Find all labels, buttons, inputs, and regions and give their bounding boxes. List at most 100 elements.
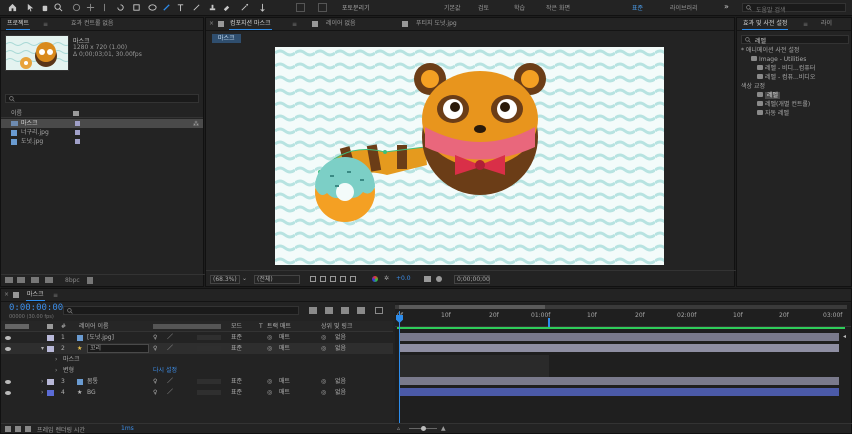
label-tag-icon[interactable] (47, 324, 53, 329)
effects-tree-item[interactable]: 자동 레벨 (757, 109, 851, 118)
shy-switch-icon[interactable]: ♀ (153, 387, 157, 398)
zoom-slider-handle[interactable] (421, 426, 426, 431)
clone-stamp-icon[interactable] (208, 3, 217, 12)
preserve-transparency-icon[interactable]: ◎ (267, 376, 272, 387)
tab-timeline[interactable]: 마스크 (23, 289, 48, 301)
layer-switches-toggle-icon[interactable] (5, 426, 11, 432)
timeline-search-input[interactable] (63, 306, 299, 315)
hand-icon[interactable] (40, 3, 49, 12)
workspace-libraries[interactable]: 라이브러리 (670, 3, 698, 12)
home-icon[interactable] (8, 3, 17, 12)
trkmat-dropdown[interactable]: 매트 (279, 343, 290, 354)
color-channel-icon[interactable] (372, 276, 378, 282)
shy-switch-icon[interactable]: ♀ (153, 376, 157, 387)
effects-tree-item[interactable]: 레벨 - 컴퓨...비디오 (757, 73, 851, 82)
effects-tree-item[interactable]: 레벨(개별 컨트롤) (757, 100, 851, 109)
switch-boxes[interactable] (197, 346, 221, 351)
close-tab-icon[interactable]: × (4, 291, 9, 298)
expand-arrow-icon[interactable]: › (55, 365, 57, 376)
more-workspaces-icon[interactable]: » (724, 2, 729, 11)
preserve-transparency-icon[interactable]: ◎ (267, 387, 272, 398)
layer-name[interactable]: BG (87, 387, 96, 398)
project-search-input[interactable] (5, 94, 199, 103)
show-snapshot-icon[interactable] (436, 276, 442, 282)
comp-breadcrumb[interactable]: 마스크 (212, 34, 241, 43)
parent-dropdown[interactable]: 없음 (335, 332, 346, 343)
exposure-icon[interactable]: ✲ (384, 275, 389, 282)
label-color-swatch[interactable] (47, 335, 54, 341)
pan-camera-icon[interactable] (86, 3, 95, 12)
local-axis-checkbox[interactable] (296, 3, 305, 12)
tab-effect-controls[interactable]: 효과 컨트롤 없음 (67, 18, 117, 30)
quality-switch-icon[interactable]: ／ (167, 332, 173, 343)
roto-brush-icon[interactable] (240, 3, 249, 12)
pickwhip-icon[interactable]: ◎ (321, 332, 326, 343)
motion-blur-icon[interactable] (375, 307, 383, 314)
mode-dropdown[interactable]: 표준 (231, 343, 242, 354)
label-color-swatch[interactable] (47, 346, 54, 352)
comp-canvas[interactable] (275, 47, 664, 265)
tab-menu-icon[interactable]: ≡ (803, 21, 808, 28)
eye-icon[interactable] (5, 391, 11, 395)
frame-blending-icon[interactable] (357, 307, 365, 314)
effects-tree-item[interactable]: 색상 교정 (741, 82, 851, 91)
snap-checkbox[interactable] (318, 3, 327, 12)
project-item-image[interactable]: 너구리.jpg (1, 128, 203, 137)
draft-3d-icon[interactable] (325, 307, 333, 314)
switch-boxes[interactable] (197, 335, 221, 340)
workspace-default[interactable]: 기본값 (444, 3, 461, 12)
switch-boxes[interactable] (197, 379, 221, 384)
rotate-icon[interactable] (116, 3, 125, 12)
effects-search-input[interactable]: 레벨 (741, 35, 849, 45)
workspace-review[interactable]: 검토 (478, 3, 489, 12)
layer-row[interactable]: › 4 ★ BG ♀ ／ 표준 ◎ 매트 ◎ 없음 (1, 387, 393, 398)
bit-depth-label[interactable]: 8bpc (65, 277, 80, 284)
comp-end-icon[interactable]: ◂ (843, 333, 846, 340)
layer-row-selected[interactable]: ▾ 2 ★ 꼬리 ♀ ／ 표준 ◎ 매트 ◎ 없음 (1, 343, 393, 354)
tab-effects-presets[interactable]: 효과 및 사전 설정 (739, 18, 791, 30)
type-icon[interactable] (176, 3, 185, 12)
zoom-icon[interactable] (54, 3, 63, 12)
new-composition-icon[interactable] (31, 277, 39, 283)
snapshot-icon[interactable] (424, 276, 431, 282)
channel-icon[interactable] (350, 276, 356, 282)
selection-arrow-icon[interactable] (26, 3, 35, 12)
layer-name[interactable]: [도넛.jpg] (87, 332, 114, 343)
expand-arrow-icon[interactable]: › (55, 354, 57, 365)
transparency-grid-icon[interactable] (320, 276, 326, 282)
pickwhip-icon[interactable]: ◎ (321, 343, 326, 354)
project-item-comp[interactable]: 마스크 ⁂ (1, 119, 203, 128)
mode-dropdown[interactable]: 표준 (231, 376, 242, 387)
eye-icon[interactable] (5, 380, 11, 384)
tab-menu-icon[interactable]: ≡ (43, 21, 48, 28)
exposure-value[interactable]: +0.0 (396, 275, 411, 282)
modes-toggle-icon[interactable] (15, 426, 21, 432)
layer-bar[interactable] (399, 377, 839, 385)
pickwhip-icon[interactable]: ◎ (321, 387, 326, 398)
parent-dropdown[interactable]: 없음 (335, 376, 346, 387)
preserve-transparency-icon[interactable]: ◎ (267, 332, 272, 343)
effects-tree-item[interactable]: * 애니메이션 사전 설정 (741, 46, 851, 55)
time-ruler[interactable]: 0f 10f 20f 01:00f 10f 20f 02:00f 10f 20f… (395, 311, 851, 327)
eraser-icon[interactable] (222, 3, 231, 12)
effects-tree-item[interactable]: 레벨 (757, 91, 851, 100)
tab-menu-icon[interactable]: ≡ (53, 292, 58, 299)
mode-dropdown[interactable]: 표준 (231, 387, 242, 398)
label-color-swatch[interactable] (47, 379, 54, 385)
col-name-header[interactable]: 이름 (11, 109, 22, 118)
help-search-input[interactable]: 도움말 검색 (742, 3, 846, 14)
quality-switch-icon[interactable]: ／ (167, 387, 173, 398)
eye-icon[interactable] (5, 347, 11, 351)
pen-icon[interactable] (162, 3, 171, 12)
layer-row[interactable]: 1 [도넛.jpg] ♀ ／ 표준 ◎ 매트 ◎ 없음 (1, 332, 393, 343)
layer-bar[interactable] (399, 333, 839, 341)
tab-menu-icon[interactable]: ≡ (292, 21, 297, 28)
zoom-out-icon[interactable]: ▵ (397, 425, 400, 432)
zoom-dropdown[interactable]: (68.3%) (210, 275, 240, 284)
pan-behind-icon[interactable] (132, 3, 141, 12)
tab-libraries[interactable]: 라이 (817, 18, 836, 30)
project-item-image[interactable]: 도넛.jpg (1, 137, 203, 146)
playhead[interactable] (399, 311, 400, 423)
comp-flowchart-icon[interactable] (309, 307, 317, 314)
lock-icon[interactable] (218, 21, 224, 27)
